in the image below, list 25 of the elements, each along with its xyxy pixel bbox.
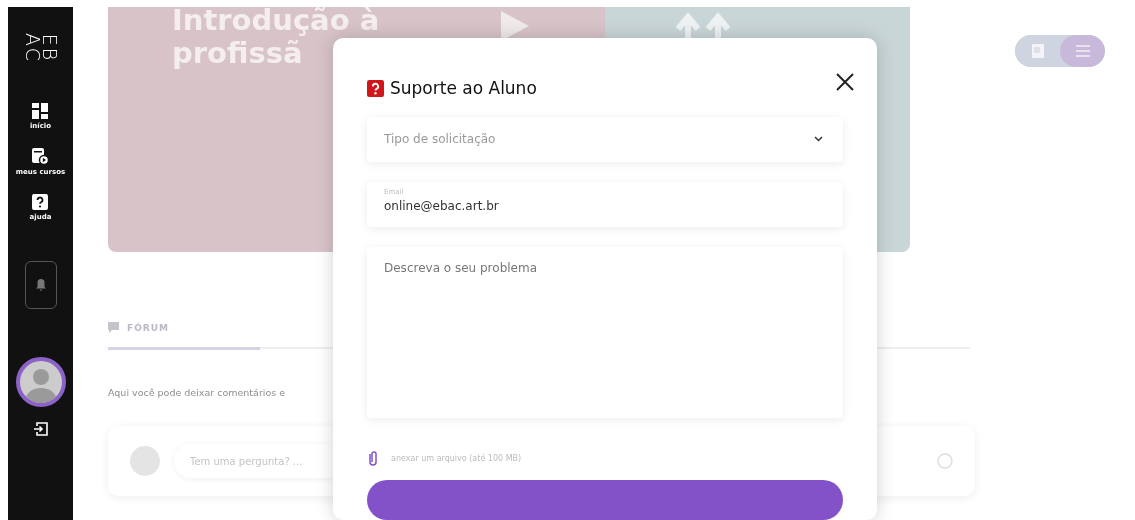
description-input[interactable]: Descreva o seu problema xyxy=(384,260,826,404)
avatar-circle xyxy=(130,446,160,476)
logout-icon[interactable] xyxy=(32,421,49,437)
dashboard-icon xyxy=(32,103,49,119)
question-icon xyxy=(367,79,384,97)
description-field[interactable]: Descreva o seu problema xyxy=(367,246,843,418)
bell-icon xyxy=(35,279,46,291)
view-toggle-button[interactable] xyxy=(1060,35,1105,67)
logo-text: AC xyxy=(23,33,41,63)
submit-button[interactable] xyxy=(367,479,843,520)
close-icon xyxy=(835,71,855,92)
email-input[interactable]: online@ebac.art.br xyxy=(384,198,826,213)
document-play-icon xyxy=(32,148,49,165)
chevron-down-icon xyxy=(814,136,823,143)
modal-title: Suporte ao Aluno xyxy=(390,78,537,98)
paperclip-icon[interactable] xyxy=(367,449,379,467)
question-icon xyxy=(32,194,49,210)
notifications-button[interactable] xyxy=(24,261,57,309)
chat-icon xyxy=(108,322,119,333)
arrows-up-icon xyxy=(673,11,733,41)
list-icon xyxy=(1075,45,1090,57)
user-avatar[interactable] xyxy=(15,357,66,407)
forum-description: Aqui você pode deixar comentários e xyxy=(108,387,287,398)
card-view-icon xyxy=(1031,44,1044,58)
logo-text: EB xyxy=(40,33,58,63)
